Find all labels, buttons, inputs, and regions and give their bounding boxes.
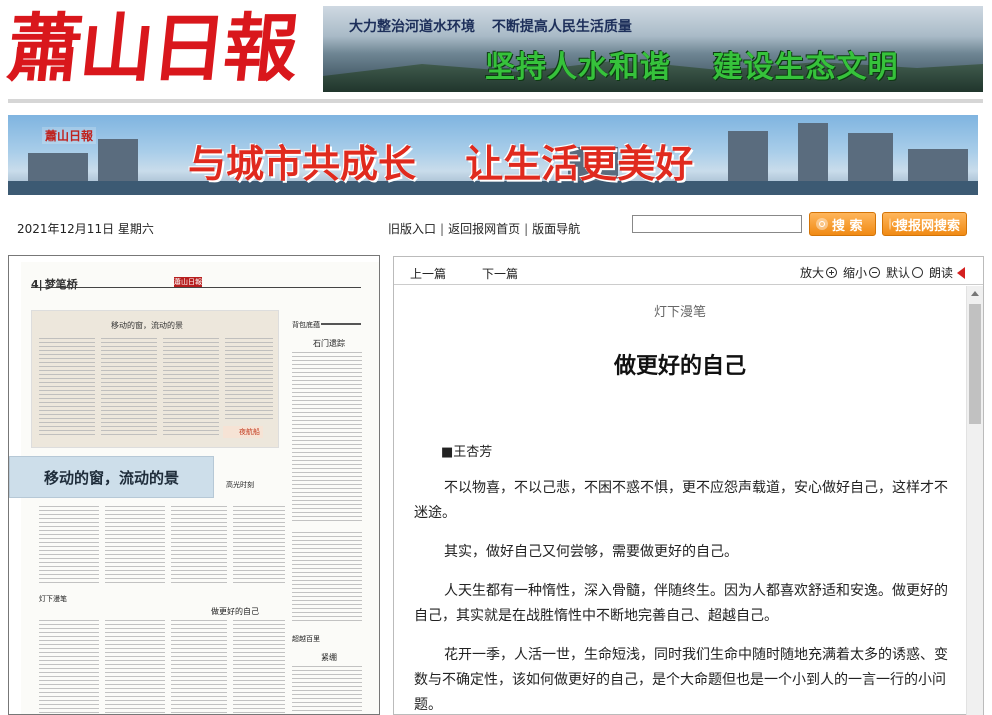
thumb-text-column <box>292 532 362 622</box>
slogan-1: 与城市共成长 <box>188 142 417 186</box>
page: 蕭山日報 大力整治河道水环境 不断提高人民生活质量 坚持人水和谐 建设生态文明 … <box>0 0 992 715</box>
top-nav: 旧版入口 | 返回报网首页 | 版面导航 <box>388 220 580 237</box>
thumb-text-column <box>292 666 362 714</box>
thumb-page-number: 4 <box>31 278 39 291</box>
top-banner[interactable]: 大力整治河道水环境 不断提高人民生活质量 坚持人水和谐 建设生态文明 <box>323 6 983 92</box>
read-aloud-button[interactable]: 朗读 <box>929 264 965 281</box>
read-aloud-label: 朗读 <box>928 266 953 280</box>
skyline-building <box>848 133 893 183</box>
thumb-feature-tag: 夜航船 <box>223 426 263 438</box>
skyline-building <box>28 153 88 183</box>
article-paragraph: 其实，做好自己又何尝够，需要做更好的自己。 <box>444 544 738 560</box>
banner-title: 坚持人水和谐 建设生态文明 <box>485 42 928 86</box>
thumb-col-heading: 超越百里 <box>292 635 320 643</box>
scrollbar-thumb[interactable] <box>969 304 981 424</box>
web-search-button-label: 搜报网搜索 <box>894 218 960 234</box>
nav-separator: | <box>440 222 445 236</box>
article-paragraph: 不以物喜，不以己悲，不困不惑不惧，更不应怨声载道，安心做好自己，这样才不迷途。 <box>414 480 948 521</box>
article-paragraph: 花开一季，人活一世，生命短浅，同时我们生命中随时随地充满着太多的诱惑、变数与不确… <box>414 647 948 713</box>
nav-separator: | <box>524 222 529 236</box>
article-scrollbar[interactable] <box>966 286 983 715</box>
thumb-col-title: 做更好的自己 <box>211 607 259 616</box>
prev-article-link[interactable]: 上一篇 <box>410 265 446 282</box>
highlighted-article-hotspot[interactable]: 移动的窗，流动的景 <box>9 456 214 498</box>
search-icon <box>816 218 828 230</box>
next-article-link[interactable]: 下一篇 <box>482 265 518 282</box>
mid-banner[interactable]: 蕭山日報 与城市共成长 让生活更美好 <box>8 115 978 195</box>
skyline-building <box>908 149 968 183</box>
plus-circle-icon <box>825 267 837 278</box>
skyline-building <box>798 123 828 183</box>
article-panel: 上一篇 下一篇 放大 缩小 默认 朗读 灯下漫笔 做更好的自己 ■王杏芳 不以物… <box>393 256 984 715</box>
thumb-feature-title: 移动的窗，流动的景 <box>111 321 183 330</box>
article-paragraph: 人天生都有一种惰性，深入骨髓，伴随终生。因为人都喜欢舒适和安逸。做更好的自己，其… <box>414 583 948 624</box>
page-nav-link[interactable]: 版面导航 <box>532 222 580 236</box>
thumb-text-column <box>292 352 362 522</box>
thumb-text-column <box>171 620 227 714</box>
thumb-page-title: 梦笔桥 <box>44 278 78 291</box>
thumb-text-column <box>105 620 165 714</box>
thumb-text-column <box>39 620 99 714</box>
site-logo[interactable]: 蕭山日報 <box>3 4 312 94</box>
thumb-col-rule <box>321 323 361 325</box>
thumb-col-heading: 灯下漫笔 <box>39 595 67 603</box>
default-size-label: 默认 <box>885 266 910 280</box>
page-thumbnail-panel: 4| 梦笔桥 蕭山日報 移动的窗，流动的景 夜航船 背包底蕴 石门遗踪 高光时刻 … <box>8 255 380 715</box>
search-button-label: 搜 索 <box>832 218 863 234</box>
search-button[interactable]: 搜 索 <box>809 212 876 236</box>
speaker-icon <box>957 266 965 279</box>
thumb-text-column <box>233 506 285 586</box>
skyline-building <box>98 139 138 183</box>
article-title: 做更好的自己 <box>613 354 746 379</box>
thumb-text-column <box>171 506 227 586</box>
home-link[interactable]: 返回报网首页 <box>448 222 520 236</box>
old-version-link[interactable]: 旧版入口 <box>388 222 436 236</box>
thumb-col-heading: 背包底蕴 <box>292 321 320 329</box>
article-kicker: 灯下漫笔 <box>653 305 706 320</box>
article-byline: ■王杏芳 <box>441 445 493 460</box>
thumb-text-column <box>233 620 285 714</box>
thumb-col-title: 石门遗踪 <box>313 339 345 348</box>
thumb-col-title: 紧绷 <box>321 653 337 662</box>
thumb-text-column <box>163 338 219 438</box>
article-body: 灯下漫笔 做更好的自己 ■王杏芳 不以物喜，不以己悲，不困不惑不惧，更不应怨声载… <box>394 286 966 715</box>
slogan-2: 让生活更美好 <box>465 142 694 186</box>
article-tools: 放大 缩小 默认 朗读 <box>800 264 965 281</box>
banner-title-1: 坚持人水和谐 <box>485 50 671 85</box>
thumb-text-column <box>225 338 273 422</box>
mid-banner-slogan: 与城市共成长 让生活更美好 <box>188 133 729 188</box>
zoom-out-label: 缩小 <box>842 266 867 280</box>
search-icon <box>889 218 898 230</box>
banner-title-2: 建设生态文明 <box>712 50 899 85</box>
thumb-text-column <box>39 506 99 586</box>
web-search-button[interactable]: 搜报网搜索 <box>882 212 967 236</box>
banner-subtitle: 大力整治河道水环境 不断提高人民生活质量 <box>349 16 644 36</box>
current-date: 2021年12月11日 星期六 <box>17 222 154 236</box>
header-divider <box>8 99 983 103</box>
thumb-text-column <box>101 338 157 438</box>
search-input[interactable] <box>632 215 802 233</box>
zoom-in-label: 放大 <box>799 266 824 280</box>
scroll-up-arrow-icon[interactable] <box>971 291 979 296</box>
circle-icon <box>911 267 923 278</box>
thumb-text-column <box>39 338 95 438</box>
default-size-button[interactable]: 默认 <box>886 264 923 281</box>
zoom-in-button[interactable]: 放大 <box>800 264 837 281</box>
thumb-col-heading: 高光时刻 <box>226 481 254 489</box>
thumb-logo: 蕭山日報 <box>174 277 202 287</box>
banner-subtitle-1: 大力整治河道水环境 <box>349 19 475 35</box>
mid-banner-logo: 蕭山日報 <box>42 127 97 144</box>
zoom-out-button[interactable]: 缩小 <box>843 264 880 281</box>
skyline-building <box>728 131 768 183</box>
minus-circle-icon <box>868 267 880 278</box>
article-toolbar: 上一篇 下一篇 放大 缩小 默认 朗读 <box>394 257 983 285</box>
banner-subtitle-2: 不断提高人民生活质量 <box>491 19 632 35</box>
thumb-text-column <box>105 506 165 586</box>
